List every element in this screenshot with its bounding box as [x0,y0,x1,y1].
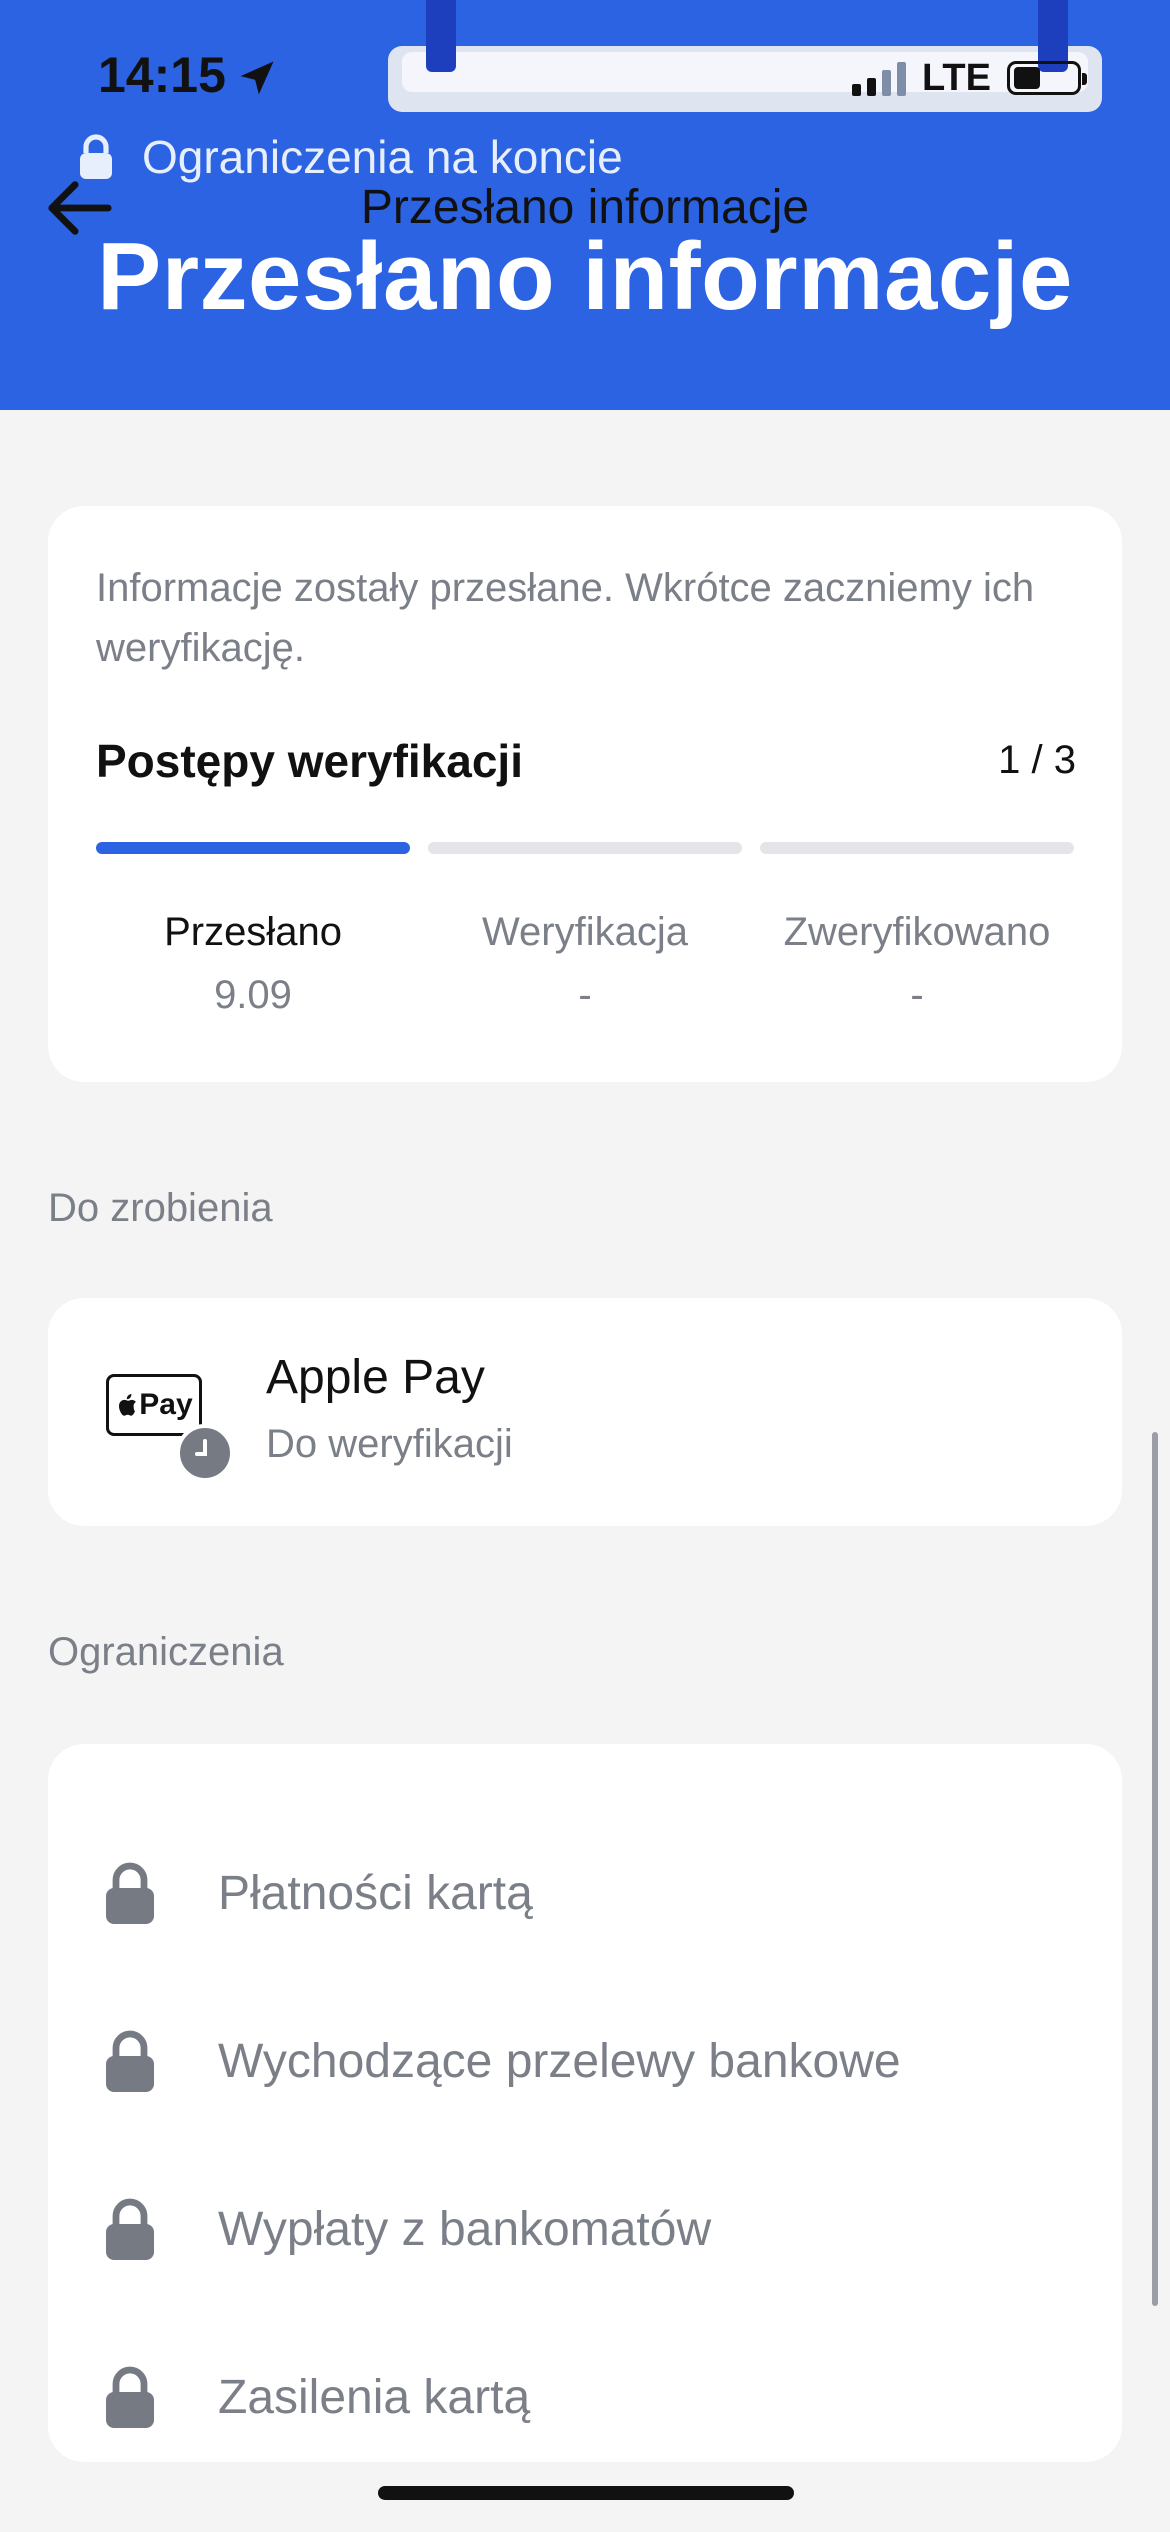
progress-count: 1 / 3 [998,738,1076,782]
apple-pay-badge-text: Pay [139,1388,193,1421]
progress-segment [760,842,1074,854]
verification-progress-card: Informacje zostały przesłane. Wkrótce za… [48,506,1122,1082]
progress-steps: Przesłano 9.09 Weryfikacja - Zweryfikowa… [96,910,1074,1018]
home-indicator[interactable] [378,2486,794,2500]
restriction-label: Płatności kartą [218,1866,533,1920]
lock-icon [106,2030,154,2092]
lock-icon [106,1862,154,1924]
progress-segment [96,842,410,854]
step-submitted: Przesłano 9.09 [96,910,410,1018]
scrollbar[interactable] [1152,1432,1158,2306]
lock-icon [106,2198,154,2260]
restriction-item: Wychodzące przelewy bankowe [48,2006,1122,2116]
restriction-item: Zasilenia kartą [48,2342,1122,2452]
page-title: Przesłano informacje [97,223,1073,330]
progress-segment [428,842,742,854]
step-name: Przesłano [164,910,342,954]
todo-section-label: Do zrobienia [48,1186,273,1230]
network-type: LTE [922,56,991,99]
restrictions-card: Płatności kartą Wychodzące przelewy bank… [48,1744,1122,2462]
step-date: - [910,973,924,1017]
todo-status: Do weryfikacji [266,1422,513,1466]
apple-pay-icon: Pay [106,1374,202,1436]
step-verification: Weryfikacja - [428,910,742,1018]
status-time: 14:15 [98,47,226,103]
restriction-label: Wychodzące przelewy bankowe [218,2034,901,2088]
todo-title: Apple Pay [266,1351,485,1404]
restriction-label: Zasilenia kartą [218,2370,531,2424]
step-date: - [578,973,592,1017]
step-name: Weryfikacja [482,910,688,954]
step-name: Zweryfikowano [783,910,1051,954]
account-restrictions-link[interactable]: Ograniczenia na koncie [76,130,623,184]
location-arrow-icon [240,61,274,95]
status-description: Informacje zostały przesłane. Wkrótce za… [96,566,1035,670]
clock-icon [176,1424,234,1482]
restriction-label: Ograniczenia na koncie [142,131,623,183]
status-indicators: LTE [852,48,1087,108]
apple-logo-icon [119,1394,137,1416]
signal-icon [852,60,906,96]
restriction-label: Wypłaty z bankomatów [218,2202,712,2256]
step-verified: Zweryfikowano - [760,910,1074,1018]
lock-icon [80,134,112,179]
restriction-item: Płatności kartą [48,1838,1122,1948]
progress-bar [96,842,1074,854]
lock-icon [106,2366,154,2428]
apple-pay-todo-item[interactable]: Pay Apple Pay Do weryfikacji [48,1298,1122,1526]
step-date: 9.09 [214,973,292,1017]
restriction-item: Wypłaty z bankomatów [48,2174,1122,2284]
restrictions-section-label: Ograniczenia [48,1630,284,1674]
progress-title: Postępy weryfikacji [96,735,523,787]
battery-icon [1006,61,1087,95]
header: 14:15 LTE Ograniczenia na koncie Przesła… [0,0,1170,410]
